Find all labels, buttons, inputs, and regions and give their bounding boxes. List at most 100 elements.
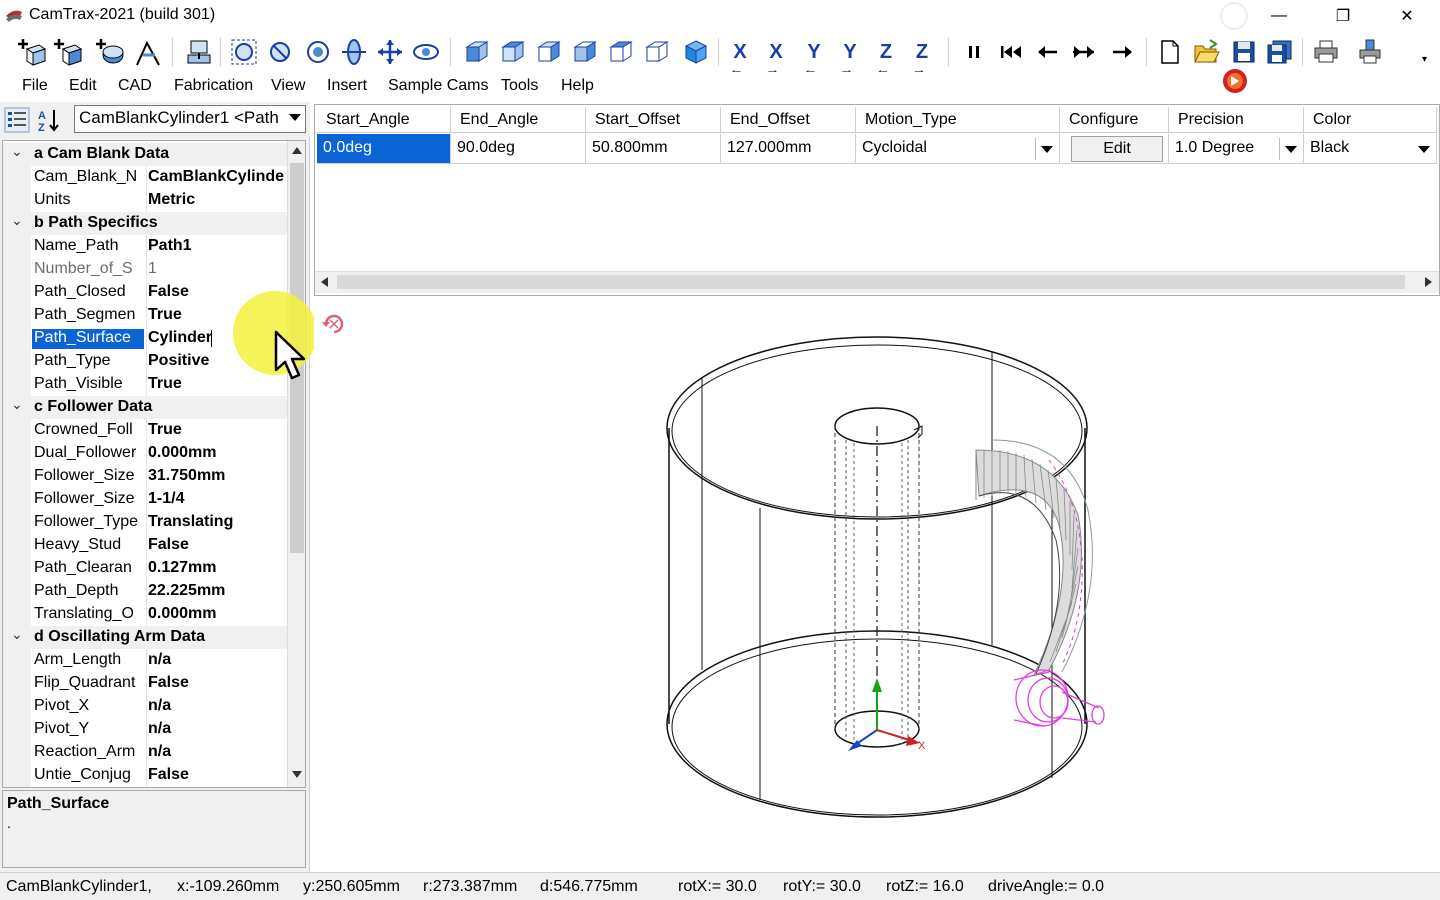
scroll-up-icon[interactable]: [292, 147, 302, 154]
restore-button[interactable]: ❐: [1320, 0, 1366, 32]
dropdown-button[interactable]: [1035, 138, 1057, 160]
menu-cad[interactable]: CAD: [118, 77, 152, 95]
zoom-window-icon[interactable]: [264, 35, 296, 69]
scroll-right-icon[interactable]: [1425, 277, 1432, 287]
rotate-z-pos-button[interactable]: Z →: [906, 35, 938, 76]
property-value[interactable]: 1-1/4: [148, 490, 287, 508]
view-bottom-icon[interactable]: [640, 35, 672, 69]
property-row[interactable]: Units Metric: [3, 189, 287, 212]
property-row[interactable]: Arm_Length n/a: [3, 649, 287, 672]
rewind-icon[interactable]: [996, 35, 1028, 69]
menu-fabrication[interactable]: Fabrication: [174, 77, 253, 95]
cell-start-angle[interactable]: 0.0deg: [317, 134, 451, 164]
property-row[interactable]: Path_Clearan 0.127mm: [3, 557, 287, 580]
rotate-y-neg-button[interactable]: Y ←: [798, 35, 830, 76]
property-value[interactable]: n/a: [148, 720, 287, 738]
property-row[interactable]: Follower_Type Translating: [3, 511, 287, 534]
view-iso-icon[interactable]: [680, 35, 712, 69]
open-file-icon[interactable]: [1190, 35, 1222, 69]
alphabetical-sort-icon[interactable]: A Z: [36, 107, 62, 133]
property-value[interactable]: False: [148, 766, 287, 784]
refresh-view-icon[interactable]: [320, 310, 348, 338]
property-value[interactable]: Translating: [148, 513, 287, 531]
property-value[interactable]: n/a: [148, 743, 287, 761]
property-value[interactable]: True: [148, 375, 287, 393]
column-header-start-offset[interactable]: Start_Offset: [586, 107, 721, 133]
view-front-icon[interactable]: [460, 35, 492, 69]
property-row[interactable]: Dual_Follower 0.000mm: [3, 442, 287, 465]
toolbar-overflow-icon[interactable]: ▾: [1422, 54, 1427, 65]
property-value[interactable]: 0.127mm: [148, 559, 287, 577]
property-value[interactable]: True: [148, 421, 287, 439]
pause-icon[interactable]: [958, 35, 990, 69]
property-value[interactable]: n/a: [148, 651, 287, 669]
print-setup-icon[interactable]: [1354, 35, 1386, 69]
rotate-x-pos-button[interactable]: X →: [760, 35, 792, 76]
property-row[interactable]: Path_Visible True: [3, 373, 287, 396]
zoom-fit-icon[interactable]: [228, 35, 260, 69]
menu-insert[interactable]: Insert: [327, 77, 367, 95]
property-value[interactable]: n/a: [148, 697, 287, 715]
new-file-icon[interactable]: [1154, 35, 1186, 69]
property-row[interactable]: Name_Path Path1: [3, 235, 287, 258]
column-header-motion-type[interactable]: Motion_Type: [856, 107, 1060, 133]
property-row[interactable]: Path_Depth 22.225mm: [3, 580, 287, 603]
cell-precision-dropdown[interactable]: 1.0 Degree: [1169, 134, 1304, 164]
column-header-color[interactable]: Color: [1304, 107, 1437, 133]
export-icon[interactable]: [182, 35, 214, 69]
collapse-chevron-icon[interactable]: ⌄: [11, 212, 23, 229]
category-follower-data[interactable]: ⌄ c Follower Data: [3, 396, 287, 419]
property-value[interactable]: 31.750mm: [148, 467, 287, 485]
cell-motion-type-dropdown[interactable]: Cycloidal: [856, 134, 1060, 164]
property-value[interactable]: Path1: [148, 237, 287, 255]
category-cam-blank-data[interactable]: ⌄ a Cam Blank Data: [3, 143, 287, 166]
view-left-icon[interactable]: [532, 35, 564, 69]
categorized-sort-icon[interactable]: [4, 107, 30, 133]
property-row[interactable]: Pivot_Y n/a: [3, 718, 287, 741]
menu-edit[interactable]: Edit: [69, 77, 97, 95]
property-value[interactable]: CamBlankCylinde: [148, 168, 287, 186]
property-value[interactable]: Metric: [148, 191, 287, 209]
menu-view[interactable]: View: [271, 77, 305, 95]
category-oscillating-arm-data[interactable]: ⌄ d Oscillating Arm Data: [3, 626, 287, 649]
property-row[interactable]: Pivot_X n/a: [3, 695, 287, 718]
cell-end-angle[interactable]: 90.0deg: [451, 134, 586, 164]
view-top-icon[interactable]: [604, 35, 636, 69]
print-icon[interactable]: [1310, 35, 1342, 69]
property-row[interactable]: Heavy_Stud False: [3, 534, 287, 557]
property-row[interactable]: Follower_Size 1-1/4: [3, 488, 287, 511]
property-row[interactable]: Untie_Conjug False: [3, 764, 287, 787]
scroll-left-icon[interactable]: [321, 277, 328, 287]
menu-sample-cams[interactable]: Sample Cams: [388, 77, 488, 95]
property-row[interactable]: Follower_Size 31.750mm: [3, 465, 287, 488]
property-row[interactable]: Cam_Blank_N CamBlankCylinde: [3, 166, 287, 189]
add-part-icon[interactable]: [52, 35, 84, 69]
record-button-icon[interactable]: [1220, 66, 1250, 96]
scrollbar-thumb[interactable]: [337, 275, 1405, 289]
property-row[interactable]: Translating_O 0.000mm: [3, 603, 287, 626]
rotate-z-neg-button[interactable]: Z ←: [870, 35, 902, 76]
cell-color-dropdown[interactable]: Black: [1304, 134, 1437, 164]
view-right-icon[interactable]: [568, 35, 600, 69]
cell-end-offset[interactable]: 127.000mm: [721, 134, 856, 164]
cell-start-offset[interactable]: 50.800mm: [586, 134, 721, 164]
scroll-down-icon[interactable]: [292, 771, 302, 778]
menu-file[interactable]: File: [22, 77, 48, 95]
rotate-y-pos-button[interactable]: Y →: [834, 35, 866, 76]
fast-forward-icon[interactable]: [1068, 35, 1100, 69]
column-header-end-offset[interactable]: End_Offset: [721, 107, 856, 133]
object-selector-dropdown[interactable]: CamBlankCylinder1 <Path: [74, 105, 306, 133]
close-button[interactable]: ✕: [1384, 0, 1430, 32]
dropdown-button[interactable]: [1412, 138, 1434, 160]
property-row[interactable]: Number_of_S 1: [3, 258, 287, 281]
property-value[interactable]: 0.000mm: [148, 605, 287, 623]
menu-tools[interactable]: Tools: [501, 77, 538, 95]
zoom-extents-icon[interactable]: [302, 35, 334, 69]
property-value[interactable]: 0.000mm: [148, 444, 287, 462]
property-value[interactable]: False: [148, 674, 287, 692]
add-follower-icon[interactable]: [132, 35, 164, 69]
property-value[interactable]: False: [148, 536, 287, 554]
property-row[interactable]: Crowned_Foll True: [3, 419, 287, 442]
column-header-precision[interactable]: Precision: [1169, 107, 1304, 133]
property-row[interactable]: Flip_Quadrant False: [3, 672, 287, 695]
